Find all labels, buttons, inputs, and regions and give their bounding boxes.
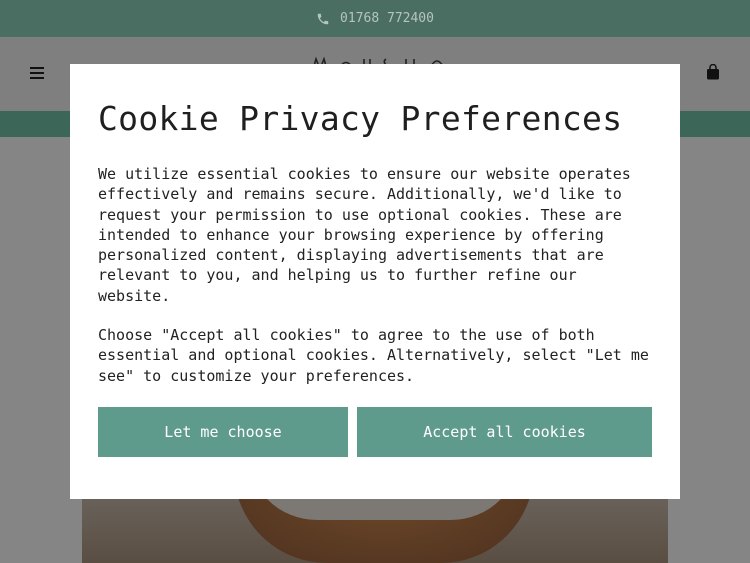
- top-contact-bar: 01768 772400: [0, 0, 750, 37]
- phone-icon: [317, 13, 329, 24]
- phone-number[interactable]: 01768 772400: [340, 11, 434, 26]
- shopping-bag-icon[interactable]: [706, 64, 720, 80]
- modal-paragraph-intro: We utilize essential cookies to ensure o…: [98, 165, 631, 305]
- let-me-choose-button[interactable]: Let me choose: [98, 407, 348, 457]
- modal-paragraph-instructions: Choose "Accept all cookies" to agree to …: [98, 326, 649, 385]
- modal-title: Cookie Privacy Preferences: [98, 99, 623, 138]
- hamburger-menu-icon[interactable]: [30, 66, 44, 80]
- page: 01768 772400 Cookie Privacy Preferences …: [0, 0, 750, 563]
- cookie-consent-modal: Cookie Privacy Preferences We utilize es…: [70, 64, 680, 499]
- accept-all-cookies-button[interactable]: Accept all cookies: [357, 407, 652, 457]
- modal-button-group: Let me choose Accept all cookies: [98, 407, 652, 457]
